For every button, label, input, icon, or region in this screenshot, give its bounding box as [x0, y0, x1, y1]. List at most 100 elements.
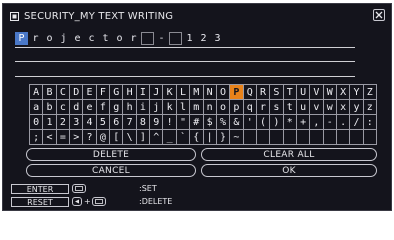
keyboard-key[interactable]: & [230, 115, 244, 130]
keyboard-key[interactable]: v [310, 100, 324, 115]
keyboard-key[interactable]: C [56, 85, 71, 100]
keyboard-key[interactable]: w [323, 100, 337, 115]
keyboard-key[interactable]: d [70, 100, 84, 115]
keyboard-key[interactable]: 6 [110, 115, 124, 130]
keyboard-key[interactable]: ^ [150, 130, 164, 145]
keyboard-key[interactable] [296, 130, 311, 145]
keyboard-key[interactable]: ? [83, 130, 97, 145]
keyboard-key[interactable]: A [30, 85, 44, 100]
keyboard-key[interactable]: 9 [150, 115, 164, 130]
keyboard-key[interactable]: D [70, 85, 84, 100]
text-input-field[interactable]: Projector - 123 [15, 31, 225, 45]
keyboard-key[interactable]: 3 [70, 115, 84, 130]
keyboard-key[interactable]: s [270, 100, 284, 115]
keyboard-key[interactable]: L [176, 85, 191, 100]
cancel-button[interactable]: CANCEL [26, 164, 196, 177]
keyboard-key[interactable]: ' [243, 115, 257, 130]
delete-button[interactable]: DELETE [26, 148, 196, 161]
keyboard-key[interactable]: I [136, 85, 151, 100]
keyboard-key[interactable]: + [296, 115, 311, 130]
keyboard-key[interactable] [350, 130, 364, 145]
keyboard-key[interactable] [323, 130, 337, 145]
keyboard-key[interactable] [270, 130, 284, 145]
key-selected[interactable]: P [230, 85, 244, 100]
keyboard-key[interactable]: c [56, 100, 71, 115]
keyboard-key[interactable]: J [150, 85, 164, 100]
keyboard-key[interactable]: T [283, 85, 297, 100]
keyboard-key[interactable]: f [96, 100, 111, 115]
keyboard-key[interactable]: $ [203, 115, 217, 130]
keyboard-key[interactable]: R [256, 85, 271, 100]
keyboard-key[interactable]: Z [363, 85, 377, 100]
keyboard-key[interactable]: p [230, 100, 244, 115]
keyboard-key[interactable]: x [336, 100, 351, 115]
keyboard-key[interactable]: ! [163, 115, 177, 130]
keyboard-key[interactable]: W [323, 85, 337, 100]
keyboard-key[interactable]: ; [30, 130, 44, 145]
keyboard-key[interactable]: B [43, 85, 57, 100]
keyboard-key[interactable]: Y [350, 85, 364, 100]
keyboard-key[interactable]: a [30, 100, 44, 115]
keyboard-key[interactable]: 8 [136, 115, 151, 130]
keyboard-key[interactable]: S [270, 85, 284, 100]
keyboard-key[interactable]: 0 [30, 115, 44, 130]
keyboard-key[interactable]: / [350, 115, 364, 130]
keyboard-key[interactable]: [ [110, 130, 124, 145]
keyboard-key[interactable]: j [150, 100, 164, 115]
keyboard-key[interactable] [243, 130, 257, 145]
keyboard-key[interactable]: n [203, 100, 217, 115]
keyboard-key[interactable]: " [176, 115, 191, 130]
keyboard-key[interactable] [336, 130, 351, 145]
keyboard-key[interactable]: \ [123, 130, 137, 145]
keyboard-key[interactable] [363, 130, 377, 145]
keyboard-key[interactable]: 5 [96, 115, 111, 130]
keyboard-key[interactable]: 2 [56, 115, 71, 130]
keyboard-key[interactable]: M [190, 85, 204, 100]
keyboard-key[interactable]: , [310, 115, 324, 130]
keyboard-key[interactable]: ~ [230, 130, 244, 145]
keyboard-key[interactable]: F [96, 85, 111, 100]
ok-button[interactable]: OK [201, 164, 377, 177]
keyboard-key[interactable]: ) [270, 115, 284, 130]
keyboard-key[interactable]: O [216, 85, 231, 100]
keyboard-key[interactable]: o [216, 100, 231, 115]
keyboard-key[interactable]: - [323, 115, 337, 130]
keyboard-key[interactable]: . [336, 115, 351, 130]
keyboard-key[interactable]: G [110, 85, 124, 100]
keyboard-key[interactable]: N [203, 85, 217, 100]
keyboard-key[interactable]: H [123, 85, 137, 100]
keyboard-key[interactable]: Q [243, 85, 257, 100]
keyboard-key[interactable]: E [83, 85, 97, 100]
keyboard-key[interactable]: @ [96, 130, 111, 145]
keyboard-key[interactable] [310, 130, 324, 145]
keyboard-key[interactable] [256, 130, 271, 145]
keyboard-key[interactable]: k [163, 100, 177, 115]
keyboard-key[interactable]: : [363, 115, 377, 130]
keyboard-key[interactable]: r [256, 100, 271, 115]
keyboard-key[interactable]: m [190, 100, 204, 115]
keyboard-key[interactable]: ` [176, 130, 191, 145]
keyboard-key[interactable]: } [216, 130, 231, 145]
keyboard-key[interactable]: > [70, 130, 84, 145]
clear-all-button[interactable]: CLEAR ALL [201, 148, 377, 161]
keyboard-key[interactable]: e [83, 100, 97, 115]
keyboard-key[interactable]: t [283, 100, 297, 115]
keyboard-key[interactable]: U [296, 85, 311, 100]
keyboard-key[interactable]: V [310, 85, 324, 100]
close-button[interactable] [373, 9, 385, 21]
keyboard-key[interactable]: u [296, 100, 311, 115]
keyboard-key[interactable]: ] [136, 130, 151, 145]
keyboard-key[interactable]: 4 [83, 115, 97, 130]
keyboard-key[interactable]: K [163, 85, 177, 100]
keyboard-key[interactable]: ( [256, 115, 271, 130]
keyboard-key[interactable]: X [336, 85, 351, 100]
keyboard-key[interactable]: b [43, 100, 57, 115]
keyboard-key[interactable]: % [216, 115, 231, 130]
keyboard-key[interactable] [283, 130, 297, 145]
keyboard-key[interactable]: g [110, 100, 124, 115]
keyboard-key[interactable]: 7 [123, 115, 137, 130]
keyboard-key[interactable]: y [350, 100, 364, 115]
keyboard-key[interactable]: * [283, 115, 297, 130]
keyboard-key[interactable]: 1 [43, 115, 57, 130]
keyboard-key[interactable]: _ [163, 130, 177, 145]
